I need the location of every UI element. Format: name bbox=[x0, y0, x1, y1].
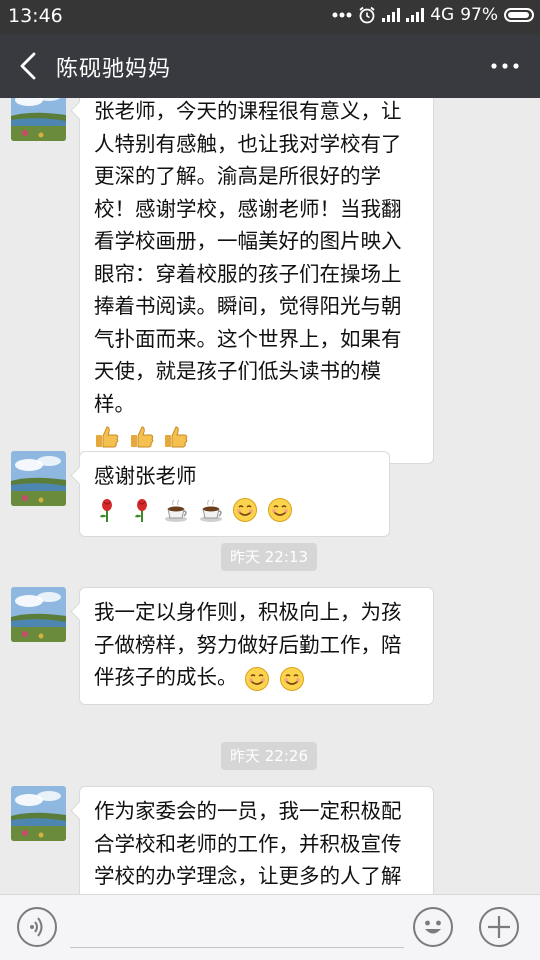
emoji-icon bbox=[425, 920, 441, 934]
coffee-icon bbox=[199, 499, 222, 523]
signal-icon bbox=[406, 8, 425, 22]
emoji-row bbox=[94, 420, 419, 453]
avatar[interactable] bbox=[11, 587, 66, 642]
battery-percent: 97% bbox=[460, 5, 498, 25]
plus-icon bbox=[488, 916, 510, 938]
smile-icon bbox=[267, 498, 292, 523]
timestamp: 昨天 22:13 bbox=[221, 543, 317, 571]
message-bubble[interactable]: 张老师，今天的课程很有意义，让人特别有感触，也让我对学校有了更深的了解。渝高是所… bbox=[79, 98, 434, 464]
thumbs-up-icon bbox=[96, 426, 119, 448]
message-text: 感谢张老师 bbox=[94, 464, 197, 488]
message-text: 作为家委会的一员，我一定积极配合学校和老师的工作，并积极宣传学校的办学理念，让更… bbox=[94, 799, 402, 888]
chat-title: 陈砚驰妈妈 bbox=[56, 57, 172, 82]
signal-icon bbox=[382, 8, 401, 22]
emoji-row bbox=[94, 493, 295, 526]
message-input[interactable] bbox=[70, 947, 404, 948]
timestamp: 昨天 22:26 bbox=[221, 742, 317, 770]
more-dots-icon[interactable] bbox=[490, 58, 520, 74]
avatar[interactable] bbox=[11, 98, 66, 141]
message-bubble[interactable]: 作为家委会的一员，我一定积极配合学校和老师的工作，并积极宣传学校的办学理念，让更… bbox=[79, 786, 434, 894]
message-bubble[interactable]: 感谢张老师 bbox=[79, 451, 390, 537]
status-icons: 4G 97% bbox=[332, 5, 534, 25]
smile-icon bbox=[233, 498, 258, 523]
rose-icon bbox=[134, 499, 147, 523]
status-time: 13:46 bbox=[8, 5, 63, 27]
rose-icon bbox=[100, 499, 112, 523]
coffee-icon bbox=[165, 499, 188, 523]
thumbs-up-icon bbox=[165, 426, 188, 448]
avatar[interactable] bbox=[11, 786, 66, 841]
voice-button[interactable] bbox=[17, 907, 57, 947]
alarm-icon bbox=[359, 6, 375, 24]
emoji-row bbox=[244, 662, 307, 695]
title-bar: 陈砚驰妈妈 bbox=[0, 34, 540, 98]
message-text: 张老师，今天的课程很有意义，让人特别有感触，也让我对学校有了更深的了解。渝高是所… bbox=[94, 99, 402, 416]
more-functions-button[interactable] bbox=[479, 907, 519, 947]
input-bar bbox=[0, 894, 540, 960]
chevron-left-icon[interactable] bbox=[12, 48, 46, 84]
notification-dots-icon bbox=[332, 12, 352, 18]
voice-icon bbox=[30, 917, 43, 937]
smile-icon bbox=[245, 666, 270, 691]
smile-icon bbox=[279, 666, 304, 691]
status-bar: 13:46 4G 97% bbox=[0, 0, 540, 34]
emoji-button[interactable] bbox=[413, 907, 453, 947]
thumbs-up-icon bbox=[130, 426, 153, 448]
avatar[interactable] bbox=[11, 451, 66, 506]
message-list[interactable]: 张老师，今天的课程很有意义，让人特别有感触，也让我对学校有了更深的了解。渝高是所… bbox=[0, 98, 540, 894]
battery-icon bbox=[504, 8, 534, 22]
network-type: 4G bbox=[430, 5, 455, 25]
message-bubble[interactable]: 我一定以身作则，积极向上，为孩子做榜样，努力做好后勤工作，陪伴孩子的成长。 bbox=[79, 587, 434, 706]
